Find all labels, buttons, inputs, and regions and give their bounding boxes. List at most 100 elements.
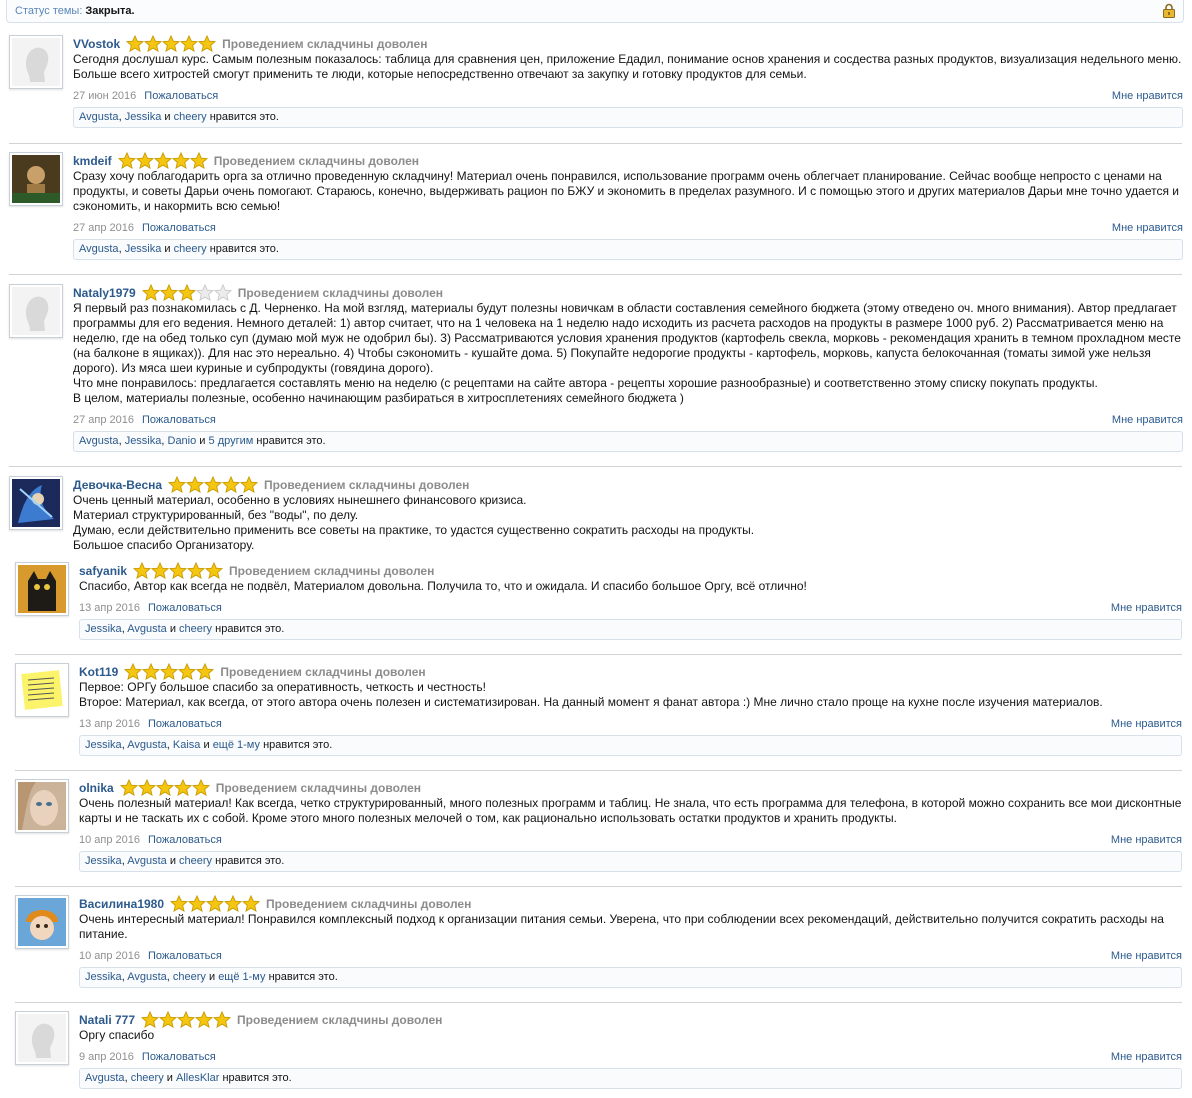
post-text-line: Очень ценный материал, особенно в услови… [73, 493, 527, 507]
liker-link[interactable]: Danio [168, 435, 197, 447]
liker-link[interactable]: Jessika [85, 623, 122, 635]
liker-link[interactable]: Avgusta [127, 971, 167, 983]
liker-link[interactable]: Avgusta [85, 1072, 125, 1084]
note-avatar-icon [18, 666, 66, 714]
post-body: olnika Проведением складчины доволен Очень… [79, 779, 1182, 872]
report-link[interactable]: Пожаловаться [142, 414, 216, 426]
like-button[interactable]: Мне нравится [1112, 220, 1183, 236]
post-meta: 10 апр 2016 Пожаловаться Мне нравится [79, 948, 1182, 964]
author-name[interactable]: Василина1980 [79, 897, 164, 911]
star-filled-icon [213, 1011, 232, 1028]
liker-link[interactable]: Jessika [85, 971, 122, 983]
like-button[interactable]: Мне нравится [1111, 600, 1182, 616]
likes-suffix: нравится это. [268, 971, 338, 983]
report-link[interactable]: Пожаловаться [142, 222, 216, 234]
liker-link[interactable]: Avgusta [127, 739, 167, 751]
report-link[interactable]: Пожаловаться [148, 950, 222, 962]
likes-summary: Avgusta, cheery и AllesKlar нравится это… [79, 1068, 1182, 1089]
like-button[interactable]: Мне нравится [1111, 832, 1182, 848]
like-button[interactable]: Мне нравится [1112, 88, 1183, 104]
post-date: 10 апр 2016 [79, 950, 141, 962]
liker-link[interactable]: Jessika [85, 739, 122, 751]
post-text-line: Материал структурированный, без "воды", … [73, 508, 359, 522]
liker-link[interactable]: Jessika [125, 111, 162, 123]
liker-link[interactable]: Kaisa [173, 739, 201, 751]
liker-link[interactable]: Avgusta [79, 243, 119, 255]
report-link[interactable]: Пожаловаться [142, 1051, 216, 1063]
post-body: Kot119 Проведением складчины доволен Перво… [79, 663, 1182, 756]
star-filled-icon [153, 152, 172, 169]
avatar[interactable] [15, 779, 69, 833]
author-name[interactable]: Kot119 [79, 665, 118, 679]
star-filled-icon [135, 152, 154, 169]
report-link[interactable]: Пожаловаться [148, 834, 222, 846]
liker-link[interactable]: Avgusta [79, 111, 119, 123]
author-name[interactable]: olnika [79, 781, 114, 795]
author-name[interactable]: VVostok [73, 37, 120, 51]
liker-link[interactable]: cheery [174, 243, 207, 255]
avatar[interactable] [9, 476, 63, 530]
liker-link[interactable]: cheery [131, 1072, 164, 1084]
liker-link[interactable]: Avgusta [127, 855, 167, 867]
liker-link[interactable]: Jessika [125, 435, 162, 447]
post-date: 27 апр 2016 [73, 222, 135, 234]
liker-link[interactable]: cheery [179, 623, 212, 635]
liker-link[interactable]: cheery [174, 111, 207, 123]
report-link[interactable]: Пожаловаться [144, 90, 218, 102]
post-body: kmdeif Проведением складчины доволен Сразу… [73, 152, 1183, 260]
post-text-line: Думаю, если действительно применить все … [73, 523, 755, 537]
rating-stars [170, 895, 261, 912]
star-filled-icon [159, 1011, 178, 1028]
post-text-line: Что мне понравилось: предлагается состав… [73, 376, 1098, 390]
liker-link[interactable]: AllesKlar [176, 1072, 219, 1084]
liker-link[interactable]: Avgusta [79, 435, 119, 447]
star-filled-icon [144, 35, 163, 52]
rating-stars [117, 152, 208, 169]
avatar[interactable] [15, 1011, 69, 1065]
liker-link[interactable]: Avgusta [127, 623, 167, 635]
rating-verdict: Проведением складчины доволен [229, 564, 435, 578]
author-name[interactable]: Natali 777 [79, 1013, 135, 1027]
author-name[interactable]: Nataly1979 [73, 286, 136, 300]
post-text: Очень интересный материал! Понравился ко… [79, 912, 1182, 942]
post-date: 10 апр 2016 [79, 834, 141, 846]
avatar[interactable] [9, 152, 63, 206]
like-button[interactable]: Мне нравится [1111, 716, 1182, 732]
like-button[interactable]: Мне нравится [1111, 1049, 1182, 1065]
report-link[interactable]: Пожаловаться [148, 602, 222, 614]
author-name[interactable]: Девочка-Весна [73, 478, 162, 492]
rating-verdict: Проведением складчины доволен [237, 1013, 443, 1027]
report-link[interactable]: Пожаловаться [148, 718, 222, 730]
star-filled-icon [196, 663, 215, 680]
star-filled-icon [160, 663, 179, 680]
liker-link[interactable]: cheery [179, 855, 212, 867]
post-text-line: Сразу хочу поблагодарить орга за отлично… [73, 169, 1180, 213]
like-button[interactable]: Мне нравится [1112, 412, 1183, 428]
likers-more-link[interactable]: ещё 1-му [218, 971, 265, 983]
doll-avatar-icon [18, 898, 66, 946]
star-filled-icon [126, 35, 145, 52]
post-text-line: Большое спасибо Организатору. [73, 538, 255, 552]
like-button[interactable]: Мне нравится [1111, 948, 1182, 964]
avatar[interactable] [15, 895, 69, 949]
likers-more-link[interactable]: ещё 1-му [213, 739, 260, 751]
avatar[interactable] [9, 35, 63, 89]
post-text: Очень ценный материал, особенно в услови… [73, 493, 1183, 553]
avatar[interactable] [15, 663, 69, 717]
post-text: Сразу хочу поблагодарить орга за отлично… [73, 169, 1183, 214]
avatar[interactable] [15, 562, 69, 616]
liker-link[interactable]: Jessika [125, 243, 162, 255]
star-filled-icon [151, 562, 170, 579]
star-filled-icon [142, 663, 161, 680]
liker-link[interactable]: Jessika [85, 855, 122, 867]
author-name[interactable]: kmdeif [73, 154, 112, 168]
star-filled-icon [191, 779, 210, 796]
likers-more-link[interactable]: 5 другим [209, 435, 254, 447]
post-header: Девочка-Весна Проведением складчины довол… [73, 476, 1183, 493]
avatar[interactable] [9, 284, 63, 338]
liker-link[interactable]: cheery [173, 971, 206, 983]
star-filled-icon [169, 562, 188, 579]
author-name[interactable]: safyanik [79, 564, 127, 578]
post-divider [9, 143, 1182, 144]
post-text-line: Оргу спасибо [79, 1028, 155, 1042]
